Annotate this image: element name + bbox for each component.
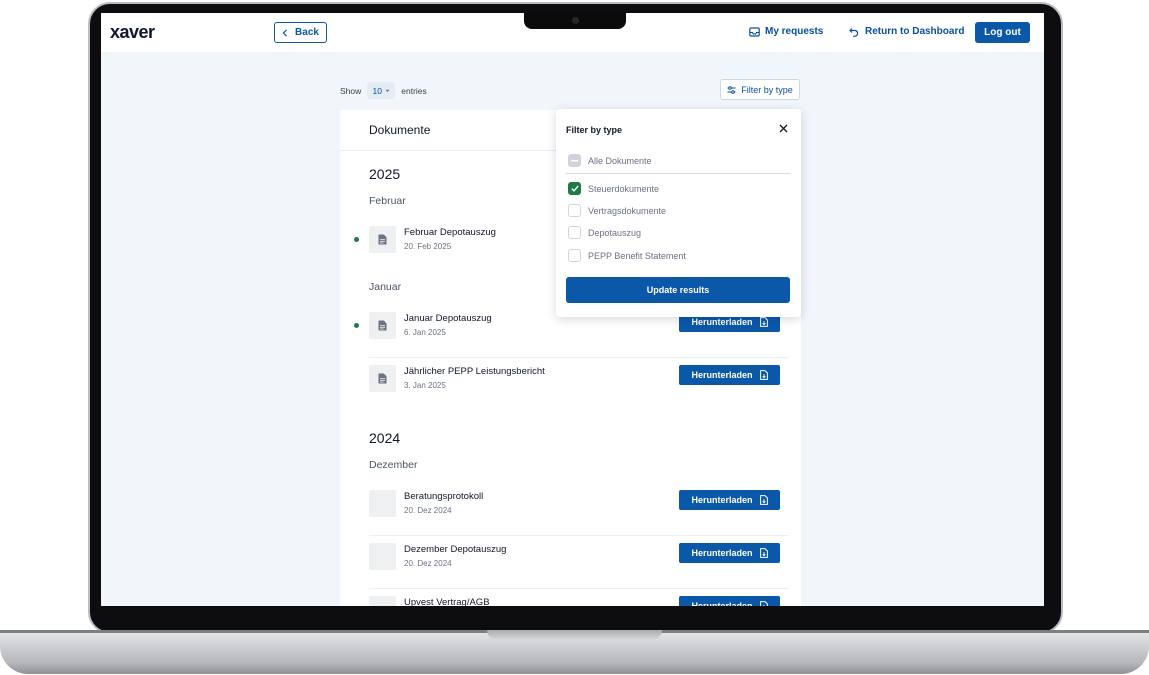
row-divider: [369, 588, 789, 589]
filter-option-all[interactable]: Alle Dokumente: [568, 154, 652, 167]
document-icon: [369, 490, 396, 517]
opening-groove: [487, 630, 662, 640]
download-label: Herunterladen: [691, 601, 753, 606]
document-icon: [369, 365, 396, 392]
sliders-icon: [727, 85, 736, 94]
camera-notch: [524, 12, 626, 29]
document-date: 20. Dez 2024: [404, 559, 452, 568]
document-date: 20. Feb 2025: [404, 242, 452, 251]
file-download-icon: [759, 548, 768, 558]
logo: xaver: [110, 22, 155, 42]
entries-label: entries: [401, 85, 427, 96]
row-divider: [369, 535, 789, 536]
checkbox[interactable]: [568, 204, 581, 217]
download-label: Herunterladen: [691, 317, 753, 327]
document-row: Beratungsprotokoll 20. Dez 2024 Herunter…: [352, 490, 789, 536]
document-row: Januar Depotauszug 6. Jan 2025 Herunterl…: [352, 312, 789, 358]
document-row: Upvest Vertrag/AGB Herunterladen: [352, 596, 789, 606]
year-heading: 2024: [369, 430, 401, 446]
document-name: Januar Depotauszug: [404, 313, 492, 324]
return-label: Return to Dashboard: [865, 26, 965, 37]
filter-option-label: Alle Dokumente: [588, 155, 652, 166]
filter-option[interactable]: PEPP Benefit Statement: [568, 249, 686, 262]
laptop-base: [0, 630, 1149, 674]
unread-dot: [354, 323, 359, 328]
filter-option-label: PEPP Benefit Statement: [588, 250, 686, 261]
document-icon: [369, 596, 396, 606]
checkbox[interactable]: [568, 226, 581, 239]
document-name: Februar Depotauszug: [404, 227, 496, 238]
screen: xaver Back My requests Return to Dashboa…: [101, 13, 1044, 606]
month-heading: Februar: [369, 195, 406, 207]
filter-option-label: Steuerdokumente: [588, 183, 660, 194]
document-icon: [369, 312, 396, 339]
entries-select[interactable]: 10: [367, 82, 396, 99]
download-label: Herunterladen: [691, 548, 753, 558]
filter-option[interactable]: Depotauszug: [568, 226, 641, 239]
file-download-icon: [759, 495, 768, 505]
filter-option-label: Vertragsdokumente: [588, 205, 667, 216]
chevron-down-icon: [385, 89, 390, 92]
show-entries: Show 10 entries: [340, 82, 427, 99]
download-button[interactable]: Herunterladen: [679, 596, 780, 606]
back-label: Back: [295, 27, 319, 38]
document-date: 3. Jan 2025: [404, 381, 446, 390]
divider: [566, 173, 790, 174]
download-button[interactable]: Herunterladen: [679, 365, 780, 385]
close-icon[interactable]: [777, 122, 789, 134]
checkbox-indeterminate[interactable]: [568, 154, 581, 167]
file-download-icon: [759, 370, 768, 380]
file-download-icon: [759, 317, 768, 327]
panel-title: Dokumente: [369, 123, 431, 137]
document-row: Jährlicher PEPP Leistungsbericht 3. Jan …: [352, 365, 789, 411]
document-name: Dezember Depotauszug: [404, 544, 507, 555]
chevron-left-icon: [282, 28, 287, 37]
document-name: Beratungsprotokoll: [404, 491, 484, 502]
file-download-icon: [759, 601, 768, 606]
document-name: Upvest Vertrag/AGB: [404, 597, 490, 606]
filter-popup: Filter by type Alle Dokumente Steuerdoku…: [556, 109, 801, 317]
document-date: 20. Dez 2024: [404, 506, 452, 515]
filter-option-label: Depotauszug: [588, 227, 642, 238]
update-results-button[interactable]: Update results: [566, 277, 790, 303]
checkbox[interactable]: [568, 249, 581, 262]
checkbox-checked[interactable]: [568, 182, 581, 195]
document-icon: [369, 226, 396, 253]
filter-by-type-button[interactable]: Filter by type: [720, 79, 800, 100]
document-name: Jährlicher PEPP Leistungsbericht: [404, 366, 545, 377]
document-date: 6. Jan 2025: [404, 328, 446, 337]
filter-label: Filter by type: [741, 84, 793, 95]
download-button[interactable]: Herunterladen: [679, 543, 780, 563]
month-heading: Januar: [369, 281, 402, 293]
filter-option[interactable]: Steuerdokumente: [568, 182, 659, 195]
my-requests-link[interactable]: My requests: [749, 26, 823, 37]
month-heading: Dezember: [369, 459, 418, 471]
entries-value: 10: [372, 85, 382, 96]
row-divider: [369, 357, 789, 358]
download-button[interactable]: Herunterladen: [679, 490, 780, 510]
document-icon: [369, 543, 396, 570]
logout-button[interactable]: Log out: [975, 22, 1030, 43]
download-label: Herunterladen: [691, 370, 753, 380]
show-label: Show: [340, 85, 362, 96]
year-heading: 2025: [369, 166, 401, 182]
filter-option[interactable]: Vertragsdokumente: [568, 204, 666, 217]
download-label: Herunterladen: [691, 495, 753, 505]
popup-title: Filter by type: [566, 125, 623, 135]
return-dashboard-link[interactable]: Return to Dashboard: [849, 26, 964, 37]
camera-icon: [572, 17, 579, 24]
back-button[interactable]: Back: [274, 22, 327, 43]
unread-dot: [354, 237, 359, 242]
document-row: Dezember Depotauszug 20. Dez 2024 Herunt…: [352, 543, 789, 589]
check-icon: [570, 185, 579, 192]
inbox-icon: [749, 26, 760, 37]
my-requests-label: My requests: [765, 26, 824, 37]
undo-arrow-icon: [849, 27, 859, 37]
